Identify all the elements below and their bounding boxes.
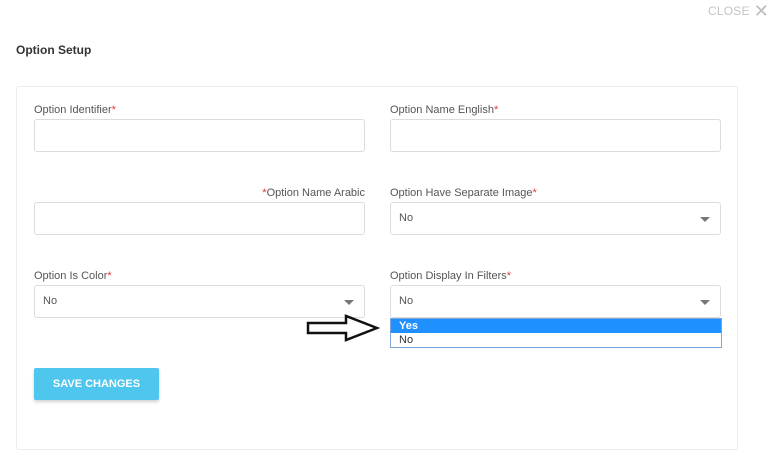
select-value: No [43,295,58,307]
page-title: Option Setup [16,43,92,57]
required-marker: * [107,270,112,282]
display-filters-dropdown: Yes No [390,318,722,348]
close-label: CLOSE [708,4,750,18]
chevron-down-icon [344,300,354,305]
option-identifier-label: Option Identifier* [34,104,116,116]
option-identifier-input[interactable] [34,119,365,152]
required-marker: * [532,187,537,199]
option-name-english-input[interactable] [390,119,721,152]
option-name-arabic-label: *Option Name Arabic [262,187,365,199]
select-value: No [399,212,414,224]
save-changes-button[interactable]: SAVE CHANGES [34,368,159,400]
chevron-down-icon [700,217,710,222]
dropdown-option-yes[interactable]: Yes [391,319,721,333]
option-name-arabic-input[interactable] [34,202,365,235]
required-marker: * [111,104,116,116]
dropdown-option-no[interactable]: No [391,333,721,347]
arrow-right-icon [306,314,380,342]
option-display-filters-label: Option Display In Filters* [390,270,512,282]
option-is-color-label: Option Is Color* [34,270,112,282]
option-name-english-label: Option Name English* [390,104,499,116]
option-separate-image-label: Option Have Separate Image* [390,187,537,199]
select-value: No [399,295,414,307]
option-separate-image-select[interactable]: No [390,202,721,235]
option-display-filters-select[interactable]: No [390,285,721,318]
chevron-down-icon [700,300,710,305]
close-icon: ✕ [753,1,768,21]
close-button[interactable]: CLOSE ✕ [708,1,768,21]
required-marker: * [493,104,499,116]
required-marker: * [506,270,512,282]
